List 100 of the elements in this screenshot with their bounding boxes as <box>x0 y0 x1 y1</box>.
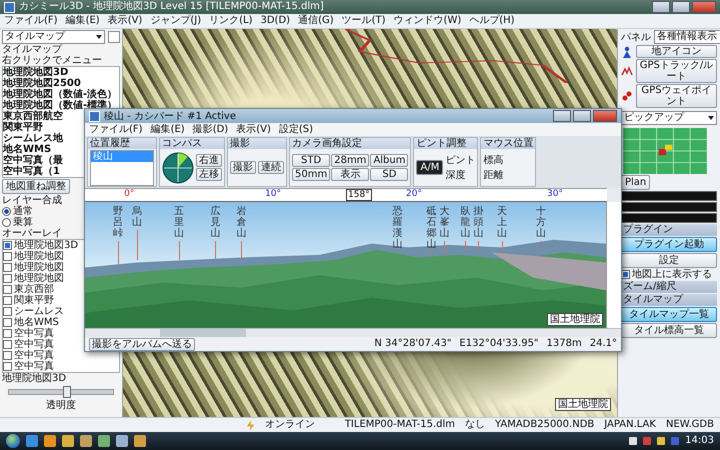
plugin-button[interactable]: プラグイン起動 <box>621 237 717 252</box>
checkbox[interactable] <box>3 263 12 272</box>
leader-line <box>178 241 180 260</box>
panel-toggle-button[interactable] <box>108 31 120 43</box>
panel-label: パネル <box>621 31 651 44</box>
tile-button[interactable]: タイルマップ一覧 <box>621 307 717 322</box>
layer-dropdown[interactable]: タイルマップ <box>2 30 105 44</box>
menu-item[interactable]: 表示(V) <box>236 124 271 136</box>
close-button[interactable] <box>593 110 617 122</box>
menu-item[interactable]: 設定(S) <box>278 124 314 136</box>
shoot-button[interactable]: 撮影 <box>230 161 256 174</box>
maximize-button[interactable] <box>573 110 591 122</box>
menu-item[interactable]: ジャンプ(J) <box>150 15 202 27</box>
radio-button[interactable] <box>2 218 11 227</box>
leader-line <box>215 241 216 259</box>
hint-text: 右クリックでメニュー <box>2 55 102 66</box>
section-header: ズーム/縮尺 <box>621 281 717 293</box>
menu-item[interactable]: ヘルプ(H) <box>469 15 515 27</box>
compass-button[interactable]: 左移 <box>196 168 222 181</box>
maximize-button[interactable] <box>672 1 690 13</box>
list-item[interactable]: シームレス地 <box>3 133 63 144</box>
checkbox[interactable] <box>3 351 12 360</box>
focus-mode-button[interactable]: A/M <box>416 160 444 175</box>
minimize-button[interactable] <box>652 1 670 13</box>
menu-item[interactable]: 撮影(D) <box>192 124 228 136</box>
checkbox[interactable] <box>3 307 12 316</box>
start-button[interactable] <box>6 434 20 448</box>
lens-button[interactable]: STD <box>292 154 330 167</box>
menu-item[interactable]: ツール(T) <box>342 15 386 27</box>
lens-button[interactable]: Album <box>370 154 408 167</box>
plugin-button[interactable]: 設定 <box>621 253 717 268</box>
position-text: 24.1° <box>590 338 617 350</box>
radio-button[interactable] <box>2 207 11 216</box>
menu-item[interactable]: 表示(V) <box>108 15 142 27</box>
lens-button[interactable]: SD <box>370 168 408 181</box>
menu-item[interactable]: リンク(L) <box>209 15 252 27</box>
checkbox[interactable] <box>3 241 12 250</box>
tick-label: 20° <box>406 189 422 200</box>
position-text: E132°04'33.95" <box>459 338 539 350</box>
app-icon <box>89 110 100 122</box>
list-item[interactable]: 地名WMS <box>3 144 52 155</box>
checkbox[interactable] <box>3 285 12 294</box>
peak-label: 砥石郷山 <box>426 206 436 250</box>
list-item[interactable]: 地理院地図3D <box>3 67 68 78</box>
lens-button[interactable]: 50mm <box>292 168 330 181</box>
menu-item[interactable]: ファイル(F) <box>4 15 58 27</box>
status-text: オンライン <box>264 419 315 431</box>
peak-label: 岩倉山 <box>236 206 246 239</box>
menu-item[interactable]: ウィンドウ(W) <box>394 15 462 27</box>
adjust-button[interactable]: 地図重ね調整 <box>2 179 70 194</box>
peak-label: 広見山 <box>210 206 220 239</box>
pickup-dropdown[interactable]: ピックアップ <box>621 111 717 125</box>
plan-tab[interactable]: Plan <box>621 175 650 190</box>
checkbox[interactable] <box>3 362 12 371</box>
panel-button[interactable]: GPSトラック/ルート <box>636 59 717 83</box>
checkbox[interactable] <box>3 329 12 338</box>
close-button[interactable] <box>692 1 716 13</box>
checkbox-label: 地名WMS <box>14 317 59 328</box>
group-title: ピント調整 <box>414 138 478 149</box>
checkbox[interactable] <box>3 296 12 305</box>
menu-item[interactable]: 3D(D) <box>260 15 290 27</box>
checkbox-label: 空中写真 <box>14 328 54 339</box>
checkbox[interactable] <box>3 252 12 261</box>
panorama-view[interactable]: 野呂峠 烏山 五里山 広見山 岩倉山 恐羅漢山 砥石郷山 大峯山 臥龍山 掛頭山 天上山 十方山 国土地理院 <box>85 202 606 328</box>
opacity-slider[interactable] <box>8 389 114 395</box>
menu-item[interactable]: 通信(G) <box>298 15 334 27</box>
checkbox[interactable] <box>3 318 12 327</box>
list-item[interactable]: 地理院地図2500 <box>3 78 81 89</box>
panel-button[interactable]: GPSウェイポイント <box>636 84 717 108</box>
checkbox-label: 空中写真 <box>14 361 54 372</box>
slider-thumb[interactable] <box>63 386 72 398</box>
menu-item[interactable]: 編集(E) <box>66 15 100 27</box>
list-item[interactable]: 東京西部航空 <box>3 111 63 122</box>
checkbox-label: 地理院地図 <box>14 273 64 284</box>
panel-dropdown[interactable]: 各種情報表示 <box>654 30 720 44</box>
tick-label: 30° <box>546 189 563 200</box>
list-item[interactable]: 空中写真（1 <box>3 166 60 177</box>
checkbox[interactable] <box>3 340 12 349</box>
list-item[interactable]: 空中写真（最 <box>3 155 63 166</box>
minimize-button[interactable] <box>553 110 571 122</box>
track-icon <box>621 65 633 77</box>
overlay-label: オーバーレイ <box>2 228 62 239</box>
scrollbar[interactable] <box>85 328 621 337</box>
panel-button[interactable]: 地アイコン <box>636 45 717 58</box>
tile-button[interactable]: タイル標高一覧 <box>621 323 717 338</box>
list-item[interactable]: 関東平野 <box>3 122 43 133</box>
album-button[interactable]: 撮影をアルバムへ送る <box>89 338 195 350</box>
caret-icon <box>96 35 102 39</box>
lens-button[interactable]: 表示 <box>331 168 370 181</box>
compass-button[interactable]: 右進 <box>196 154 222 167</box>
leader-line <box>444 241 446 255</box>
checkbox[interactable] <box>3 274 12 283</box>
lens-button[interactable]: 28mm <box>331 154 370 167</box>
shoot-button[interactable]: 連続 <box>258 161 284 174</box>
blend-label: レイヤー合成 <box>2 195 62 206</box>
menu-item[interactable]: 編集(E) <box>150 124 185 136</box>
layer-name: 地理院地図3D <box>2 373 66 384</box>
group-title: 位置履歴 <box>88 138 156 149</box>
list-item[interactable]: 地理院地図（数値-淡色） <box>3 89 118 100</box>
focus-label: 深度 <box>445 168 466 182</box>
